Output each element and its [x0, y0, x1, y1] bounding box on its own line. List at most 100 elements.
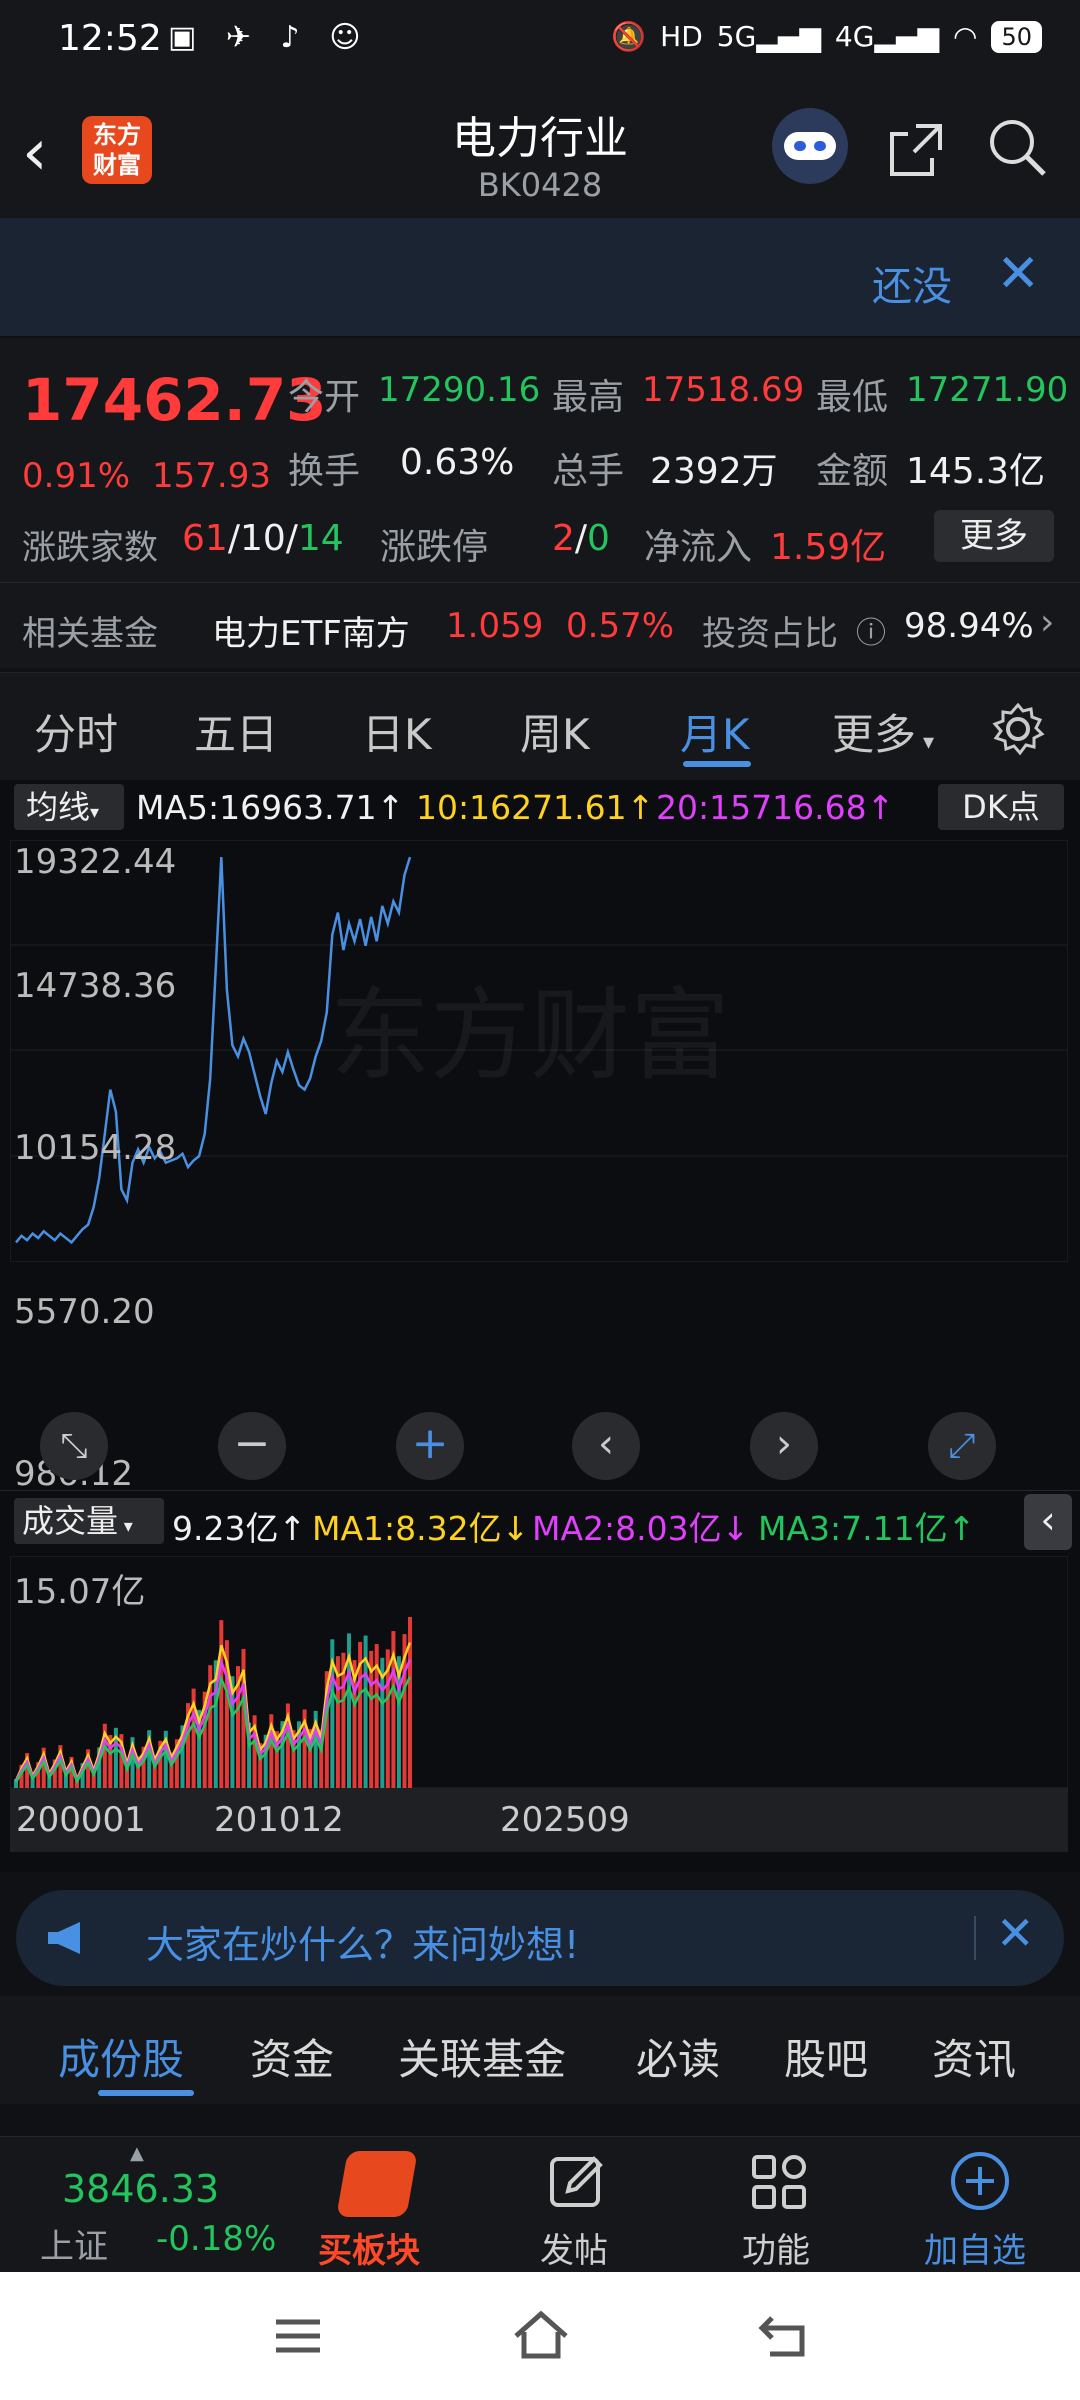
buy-sector-label[interactable]: 买板块: [318, 2223, 420, 2272]
y-label-max: 19322.44: [14, 842, 177, 882]
banner-text[interactable]: 还没: [872, 254, 952, 312]
functions-label[interactable]: 功能: [742, 2223, 810, 2272]
tab-minute[interactable]: 分时: [34, 701, 118, 762]
y-label-4: 5570.20: [14, 1292, 155, 1332]
quote-panel: 17462.73 0.91% 157.93 今开 17290.16 最高 175…: [0, 338, 1080, 668]
divider: [0, 1490, 1080, 1491]
x-label-start: 200001: [16, 1800, 146, 1840]
chevron-right-icon[interactable]: ›: [1040, 602, 1054, 643]
tab-forum[interactable]: 股吧: [784, 2026, 868, 2087]
ma-selector[interactable]: 均线▾: [14, 784, 124, 830]
active-tab-indicator: [98, 2090, 194, 2096]
tab-weekly-k[interactable]: 周K: [520, 701, 590, 762]
volume-value: 2392万: [650, 451, 778, 492]
section-tabs: 成份股 资金 关联基金 必读 股吧 资讯: [0, 1996, 1080, 2104]
add-watchlist-label[interactable]: 加自选: [924, 2223, 1026, 2272]
ai-question-bar[interactable]: 大家在炒什么？来问妙想! ✕: [16, 1890, 1064, 1986]
buy-sector-icon[interactable]: [336, 2151, 418, 2217]
gear-icon[interactable]: [990, 701, 1046, 757]
fund-name[interactable]: 电力ETF南方: [212, 606, 410, 655]
post-label[interactable]: 发帖: [540, 2223, 608, 2272]
index-value[interactable]: 3846.33: [62, 2167, 219, 2211]
amount-value: 145.3亿: [906, 451, 1046, 492]
last-price: 17462.73: [22, 366, 327, 434]
help-icon[interactable]: ⓘ: [856, 608, 886, 652]
bottom-toolbar: ▲ 3846.33 上证 -0.18% 买板块 发帖 功能 加自选: [0, 2136, 1080, 2273]
ma5-value: MA5:16963.71↑: [136, 788, 405, 827]
fullscreen-icon[interactable]: ⤢: [928, 1412, 996, 1480]
low-label: 最低: [816, 377, 889, 418]
pan-left-icon[interactable]: ‹: [572, 1412, 640, 1480]
tab-five-day[interactable]: 五日: [194, 701, 278, 762]
change-amount: 157.93: [152, 456, 271, 496]
x-label-end: 202509: [500, 1800, 630, 1840]
tab-more[interactable]: 更多 ▾: [832, 701, 934, 762]
home-icon[interactable]: [512, 2310, 570, 2360]
search-icon[interactable]: [986, 116, 1048, 178]
kline-chart-area: 均线▾ MA5:16963.71↑ 10:16271.61↑ 20:15716.…: [0, 780, 1080, 1872]
open-value: 17290.16: [378, 370, 541, 410]
watermark: 东方财富: [330, 977, 730, 1094]
low-value: 17271.90: [906, 370, 1069, 410]
divider: [0, 582, 1080, 583]
volume-selector[interactable]: 成交量 ▾: [14, 1498, 164, 1544]
close-icon[interactable]: ✕: [996, 244, 1040, 304]
wifi-icon: ◠: [953, 20, 978, 53]
close-icon[interactable]: ✕: [996, 1906, 1035, 1960]
menu-icon[interactable]: [272, 2316, 324, 2356]
signal-4g-icon: 4G▂▄▆: [834, 20, 940, 53]
high-label: 最高: [552, 377, 625, 418]
more-button[interactable]: 更多: [934, 510, 1054, 562]
status-time: 12:52: [58, 18, 162, 59]
fund-price: 1.059: [446, 606, 544, 646]
zoom-in-icon[interactable]: +: [396, 1412, 464, 1480]
tab-related-funds[interactable]: 关联基金: [398, 2026, 566, 2087]
add-watchlist-icon[interactable]: [948, 2149, 1012, 2213]
fund-percent: 0.57%: [566, 606, 675, 646]
pan-right-icon[interactable]: ›: [750, 1412, 818, 1480]
turnover-label: 换手: [288, 451, 361, 492]
volume-chart[interactable]: [10, 1556, 1068, 1788]
breadth-values: 61/10/14: [182, 518, 344, 559]
signal-5g-icon: 5G▂▄▆: [716, 20, 821, 53]
header: ‹ 东方 财富 电力行业 BK0428: [0, 80, 1080, 218]
amount-label: 金额: [816, 451, 889, 492]
tab-funds-flow[interactable]: 资金: [250, 2026, 334, 2087]
netflow-value: 1.59亿: [770, 527, 887, 568]
y-label-3: 10154.28: [14, 1128, 177, 1168]
zoom-out-icon[interactable]: −: [218, 1412, 286, 1480]
divider: [974, 1916, 976, 1960]
collapse-icon[interactable]: ⤡: [40, 1412, 108, 1480]
tab-daily-k[interactable]: 日K: [362, 701, 432, 762]
tab-must-read[interactable]: 必读: [636, 2026, 720, 2087]
volume-value: 9.23亿↑: [172, 1509, 307, 1548]
notification-icons: ▣ ✈ ♪ ☺: [168, 20, 371, 55]
notice-banner[interactable]: 还没 ✕: [0, 218, 1080, 336]
index-percent[interactable]: -0.18%: [156, 2219, 276, 2259]
ratio-value: 98.94%: [904, 606, 1034, 646]
status-icons: 🔕 HD 5G▂▄▆ 4G▂▄▆ ◠ 50: [611, 20, 1042, 53]
share-icon[interactable]: [886, 120, 946, 180]
assistant-robot-icon[interactable]: [772, 108, 848, 184]
mute-icon: 🔕: [611, 20, 647, 53]
ai-bar-text[interactable]: 大家在炒什么？来问妙想!: [146, 1914, 579, 1969]
megaphone-icon: [48, 1922, 80, 1954]
system-nav-bar: [0, 2272, 1080, 2400]
volume-label: 总手: [552, 451, 625, 492]
tab-news[interactable]: 资讯: [932, 2026, 1016, 2087]
period-tabs: 分时 五日 日K 周K 月K 更多 ▾: [0, 672, 1080, 781]
ma20-value: 20:15716.68↑: [656, 788, 895, 827]
price-chart[interactable]: 东方财富: [10, 840, 1068, 1262]
functions-icon[interactable]: [748, 2151, 810, 2213]
dk-point-button[interactable]: DK点: [938, 784, 1064, 830]
vol-ma3: MA3:7.11亿↑: [758, 1509, 976, 1548]
tab-monthly-k[interactable]: 月K: [680, 701, 750, 762]
caret-up-icon: ▲: [130, 2143, 144, 2164]
tab-constituents[interactable]: 成份股: [58, 2026, 184, 2087]
post-icon[interactable]: [546, 2151, 608, 2213]
collapse-panel-icon[interactable]: ‹: [1024, 1494, 1072, 1550]
back-nav-icon[interactable]: [756, 2310, 810, 2360]
index-name[interactable]: 上证: [40, 2219, 108, 2268]
ratio-label: 投资占比: [702, 614, 838, 654]
change-percent: 0.91%: [22, 456, 131, 496]
